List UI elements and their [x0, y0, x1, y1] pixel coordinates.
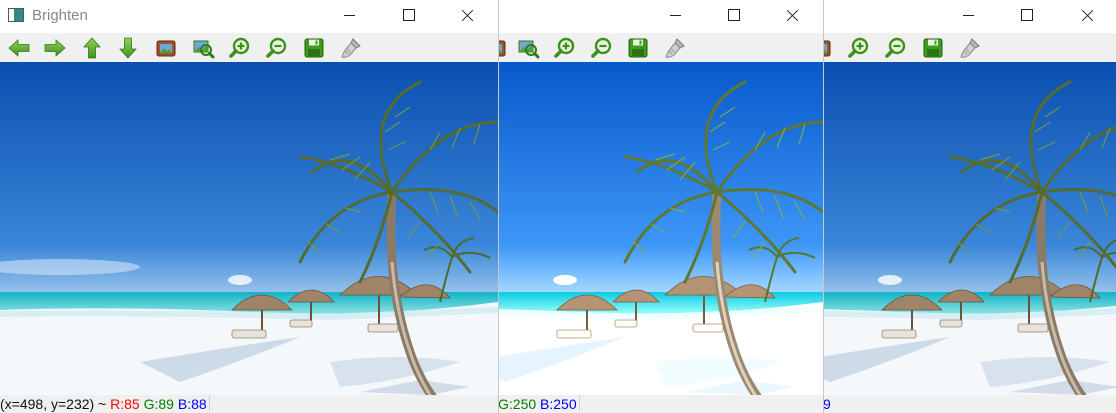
close-button[interactable]: [1064, 0, 1110, 32]
image-icon[interactable]: [498, 36, 508, 60]
status-blue: B:250: [540, 396, 577, 412]
image-window-3: 9: [823, 0, 1116, 413]
toolbar: [823, 33, 1116, 62]
arrow-down-icon[interactable]: [116, 36, 140, 60]
status-green: G:250: [498, 396, 537, 412]
minimize-button[interactable]: [945, 0, 991, 32]
minimize-button[interactable]: [652, 0, 698, 32]
beach-image: [823, 62, 1116, 395]
minimize-button[interactable]: [326, 0, 372, 32]
save-icon[interactable]: [626, 36, 650, 60]
image-canvas[interactable]: [498, 62, 823, 395]
status-bar: (x=498, y=232) ~ R:85 G:89 B:88: [0, 395, 498, 413]
close-button[interactable]: [769, 0, 815, 32]
toolbar: [498, 33, 823, 62]
status-red: R:85: [110, 396, 140, 412]
maximize-button[interactable]: [711, 0, 757, 32]
arrow-left-icon[interactable]: [7, 36, 31, 60]
zoom-in-icon[interactable]: [553, 36, 577, 60]
zoom-out-icon[interactable]: [265, 36, 289, 60]
toolbar: [0, 33, 498, 62]
maximize-button[interactable]: [1004, 0, 1050, 32]
window-title: Brighten: [32, 7, 88, 24]
image-icon[interactable]: [823, 36, 833, 60]
image-window-brighten: Brighten (x=498, y=232) ~ R:85 G:89 B:88: [0, 0, 498, 413]
status-separator: [578, 395, 580, 411]
zoom-fit-icon[interactable]: [516, 36, 540, 60]
status-green: G:89: [143, 396, 174, 412]
title-bar[interactable]: Brighten: [0, 0, 498, 33]
image-canvas[interactable]: [0, 62, 498, 395]
app-icon: [8, 8, 24, 22]
status-bar: G:250 B:250: [498, 395, 823, 413]
save-icon[interactable]: [921, 36, 945, 60]
status-blue: B:88: [177, 396, 207, 412]
title-bar[interactable]: [823, 0, 1116, 33]
brush-icon[interactable]: [663, 36, 687, 60]
title-bar[interactable]: [498, 0, 823, 33]
image-window-2: G:250 B:250: [498, 0, 823, 413]
status-bar: 9: [823, 395, 1116, 413]
beach-image: [498, 62, 823, 395]
zoom-in-icon[interactable]: [228, 36, 252, 60]
zoom-out-icon[interactable]: [884, 36, 908, 60]
zoom-in-icon[interactable]: [847, 36, 871, 60]
brush-icon[interactable]: [339, 36, 363, 60]
beach-image: [0, 62, 498, 395]
arrow-right-icon[interactable]: [43, 36, 67, 60]
status-blue: 9: [823, 396, 831, 412]
arrow-up-icon[interactable]: [80, 36, 104, 60]
save-icon[interactable]: [302, 36, 326, 60]
status-separator: [208, 395, 210, 411]
image-canvas[interactable]: [823, 62, 1116, 395]
zoom-out-icon[interactable]: [590, 36, 614, 60]
zoom-fit-icon[interactable]: [191, 36, 215, 60]
close-button[interactable]: [444, 0, 490, 32]
status-coords: (x=498, y=232) ~: [0, 396, 107, 412]
image-icon[interactable]: [154, 36, 178, 60]
brush-icon[interactable]: [958, 36, 982, 60]
maximize-button[interactable]: [386, 0, 432, 32]
